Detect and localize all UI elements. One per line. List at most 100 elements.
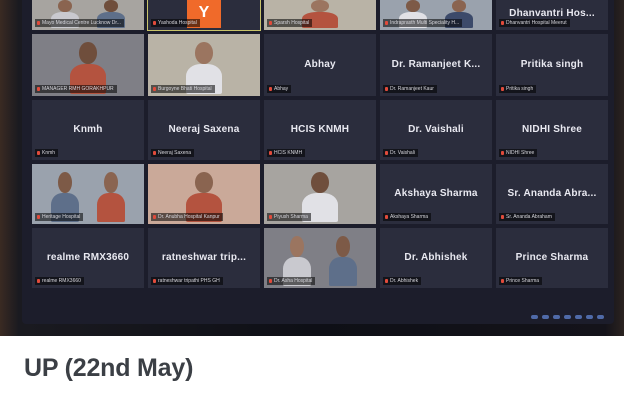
participant-tile[interactable]: Knmh Knmh — [32, 100, 144, 160]
participant-tile[interactable]: Sparsh Hospital — [264, 0, 376, 30]
participant-name-label: realme RMX3660 — [35, 277, 84, 285]
participant-label-text: Sr. Ananda Abraham — [506, 214, 552, 220]
participant-display-name: NIDHI Shree — [522, 124, 582, 135]
participant-label-text: Dr. Vaishali — [390, 150, 415, 156]
participant-tile[interactable]: Neeraj Saxena Neeraj Saxena — [148, 100, 260, 160]
participant-label-text: Piyush Sharma — [274, 214, 308, 220]
participant-tile[interactable]: Dr. Ramanjeet K... Dr. Ramanjeet Kaur — [380, 34, 492, 96]
participant-tile[interactable]: Dr. Asha Hospital — [264, 228, 376, 288]
participant-tile[interactable]: Sr. Ananda Abra... Sr. Ananda Abraham — [496, 164, 608, 224]
toolbar-icon[interactable] — [564, 315, 571, 319]
mic-muted-icon — [153, 20, 156, 25]
participant-name-label: Neeraj Saxena — [151, 149, 195, 157]
participant-name-label: Dhanvantri Hospital Meerut — [499, 19, 570, 27]
participant-label-text: Dr. Abhishek — [390, 278, 419, 284]
participant-display-name: Prince Sharma — [515, 252, 589, 263]
participant-display-name: Sr. Ananda Abra... — [507, 188, 597, 199]
participant-label-text: Burgoyne Bhati Hospital — [158, 86, 212, 92]
mic-muted-icon — [153, 150, 156, 155]
participant-name-label: Burgoyne Bhati Hospital — [151, 85, 215, 93]
mic-muted-icon — [385, 20, 388, 25]
mic-muted-icon — [501, 278, 504, 283]
participant-label-text: Dr. Ramanjeet Kaur — [390, 86, 434, 92]
toolbar-icon[interactable] — [586, 315, 593, 319]
participant-display-name: Akshaya Sharma — [394, 188, 478, 199]
participant-name-label: Sparsh Hospital — [267, 19, 313, 27]
participant-name-label: Dr. Anubha Hospital Kanpur — [151, 213, 223, 221]
participant-tile[interactable]: Abhay Abhay — [264, 34, 376, 96]
participant-name-label: Knmh — [35, 149, 59, 157]
participant-display-name: ratneshwar trip... — [161, 252, 247, 263]
participant-label-text: NIDHI Shree — [506, 150, 535, 156]
toolbar-icon[interactable] — [575, 315, 582, 319]
participant-display-name: Dr. Abhishek — [404, 252, 468, 263]
toolbar-icon[interactable] — [553, 315, 560, 319]
participant-name-label: Prince Sharma — [499, 277, 543, 285]
participant-tile[interactable]: NIDHI Shree NIDHI Shree — [496, 100, 608, 160]
participant-label-text: Dr. Asha Hospital — [274, 278, 313, 284]
mic-muted-icon — [269, 20, 272, 25]
participant-display-name: Pritika singh — [520, 58, 584, 70]
toolbar-icon[interactable] — [531, 315, 538, 319]
participant-name-label: Abhay — [267, 85, 292, 93]
participant-name-label: Sr. Ananda Abraham — [499, 213, 555, 221]
participant-name-label: ratneshwar tripathi PHS GH — [151, 277, 223, 285]
participant-figure — [326, 232, 360, 286]
participant-tile[interactable]: Y Yashoda Hospital — [147, 0, 261, 31]
participant-tile[interactable]: Dr. Abhishek Dr. Abhishek — [380, 228, 492, 288]
participant-tile[interactable]: Indraprasth Multi Speciality H... — [380, 0, 492, 30]
mic-muted-icon — [37, 86, 40, 91]
mic-muted-icon — [501, 86, 504, 91]
participant-tile[interactable]: MANAGER RMH GORAKHPUR — [32, 34, 144, 96]
participant-tile[interactable]: Dhanvantri Hos... Dhanvantri Hospital Mee… — [496, 0, 608, 30]
participant-name-label: MANAGER RMH GORAKHPUR — [35, 85, 117, 93]
mic-muted-icon — [153, 278, 156, 283]
participant-label-text: Prince Sharma — [506, 278, 540, 284]
participant-display-name: realme RMX3660 — [46, 252, 130, 263]
participant-label-text: ratneshwar tripathi PHS GH — [158, 278, 220, 284]
toolbar-icon[interactable] — [597, 315, 604, 319]
participant-display-name: HCIS KNMH — [290, 124, 350, 135]
participant-grid: Mayo Medical Centre Lucknow Dr... Y Yashod… — [32, 0, 608, 308]
participant-label-text: Sparsh Hospital — [274, 20, 310, 26]
participant-tile[interactable]: Mayo Medical Centre Lucknow Dr... — [32, 0, 144, 30]
mic-muted-icon — [385, 150, 388, 155]
participant-name-label: Dr. Vaishali — [383, 149, 418, 157]
participant-name-label: Dr. Abhishek — [383, 277, 422, 285]
participant-tile[interactable]: Dr. Vaishali Dr. Vaishali — [380, 100, 492, 160]
mic-muted-icon — [385, 86, 388, 91]
participant-label-text: Dhanvantri Hospital Meerut — [506, 20, 567, 26]
participant-tile[interactable]: Dr. Anubha Hospital Kanpur — [148, 164, 260, 224]
participant-tile[interactable]: Heritage Hospital — [32, 164, 144, 224]
participant-name-label: HCIS KNMH — [267, 149, 306, 157]
participant-name-label: Dr. Ramanjeet Kaur — [383, 85, 437, 93]
participant-label-text: Yashoda Hospital — [158, 20, 197, 26]
participant-name-label: Indraprasth Multi Speciality H... — [383, 19, 463, 27]
participant-tile[interactable]: HCIS KNMH HCIS KNMH — [264, 100, 376, 160]
participant-name-label: Mayo Medical Centre Lucknow Dr... — [35, 19, 124, 27]
mic-muted-icon — [37, 214, 40, 219]
mic-muted-icon — [153, 86, 156, 91]
participant-display-name: Dr. Ramanjeet K... — [391, 58, 481, 70]
meeting-toolbar — [32, 312, 604, 322]
toolbar-icon[interactable] — [542, 315, 549, 319]
participant-tile[interactable]: Prince Sharma Prince Sharma — [496, 228, 608, 288]
mic-muted-icon — [37, 20, 40, 25]
participant-tile[interactable]: Pritika singh Pritika singh — [496, 34, 608, 96]
participant-tile[interactable]: Burgoyne Bhati Hospital — [148, 34, 260, 96]
participant-label-text: Abhay — [274, 86, 289, 92]
mic-muted-icon — [385, 278, 388, 283]
participant-label-text: HCIS KNMH — [274, 150, 303, 156]
participant-name-label: Dr. Asha Hospital — [267, 277, 316, 285]
participant-label-text: Mayo Medical Centre Lucknow Dr... — [42, 20, 121, 26]
mic-muted-icon — [37, 150, 40, 155]
participant-tile[interactable]: ratneshwar trip... ratneshwar tripathi PH… — [148, 228, 260, 288]
participant-label-text: Indraprasth Multi Speciality H... — [390, 20, 460, 26]
participant-label-text: Heritage Hospital — [42, 214, 81, 220]
participant-tile[interactable]: Piyush Sharma — [264, 164, 376, 224]
mic-muted-icon — [501, 20, 504, 25]
participant-label-text: MANAGER RMH GORAKHPUR — [42, 86, 114, 92]
participant-tile[interactable]: Akshaya Sharma Akshaya Sharma — [380, 164, 492, 224]
participant-tile[interactable]: realme RMX3660 realme RMX3660 — [32, 228, 144, 288]
participant-display-name: Neeraj Saxena — [168, 124, 240, 135]
